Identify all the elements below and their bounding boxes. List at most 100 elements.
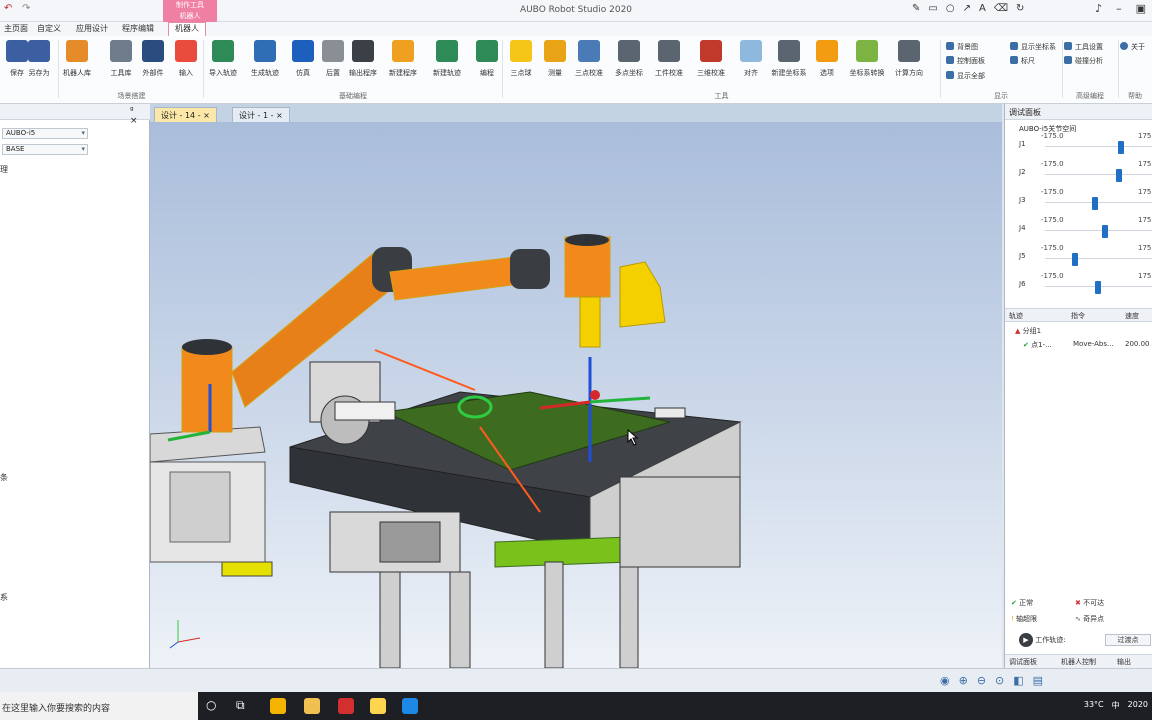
joint-thumb[interactable]: [1102, 225, 1108, 238]
doc-tab-design-14[interactable]: 设计 - 14 - ×: [154, 107, 217, 122]
robot-studio-taskbar-icon[interactable]: [370, 698, 386, 714]
text-tool-icon[interactable]: A: [979, 3, 986, 14]
point-name: 点1-...: [1031, 341, 1052, 349]
group-icon: ▲: [1015, 327, 1021, 335]
tree-label: 理: [0, 165, 8, 174]
display-option-icon: [1010, 56, 1018, 64]
cortana-icon[interactable]: ○: [206, 698, 222, 714]
output-program-button[interactable]: 输出程序: [343, 40, 383, 78]
robot-library-button[interactable]: 机器人库: [57, 40, 97, 78]
robot-select[interactable]: AUBO-i5: [2, 128, 88, 139]
zoom-in-icon[interactable]: ⊕: [959, 674, 968, 687]
import-trajectory-button[interactable]: 导入轨迹: [203, 40, 243, 78]
check-icon: ✔: [1023, 341, 1029, 349]
tab-app-design[interactable]: 应用设计: [76, 23, 108, 34]
measure-icon: [544, 40, 566, 62]
joint-min: -175.0: [1041, 160, 1064, 168]
eraser-icon[interactable]: ⌫: [994, 3, 1008, 14]
camera-icon[interactable]: ▤: [1033, 674, 1043, 687]
save-as-button[interactable]: 另存为: [19, 40, 59, 78]
tab-robot-control[interactable]: 机器人控制: [1061, 657, 1096, 667]
ribbon-button-label: 多点坐标: [615, 69, 643, 77]
ribbon-separator: [58, 40, 59, 98]
compute-direction-button[interactable]: 计算方向: [889, 40, 929, 78]
play-icon[interactable]: ▶: [1019, 633, 1033, 647]
3d-viewport[interactable]: [150, 122, 1002, 668]
joint-slider-row: J1 -175.0 175.0: [1005, 132, 1152, 158]
frame-select[interactable]: BASE: [2, 144, 88, 155]
tab-custom[interactable]: 自定义: [37, 23, 61, 34]
joint-thumb[interactable]: [1092, 197, 1098, 210]
tab-home[interactable]: 主页面: [4, 23, 28, 34]
ribbon-button-label: 新建轨迹: [433, 69, 461, 77]
display-option[interactable]: 标尺: [1010, 56, 1035, 66]
rotate-icon[interactable]: ↻: [1016, 3, 1024, 14]
generate-trajectory-button[interactable]: 生成轨迹: [245, 40, 285, 78]
new-program-button[interactable]: 新建程序: [383, 40, 423, 78]
joint-track[interactable]: [1045, 202, 1152, 203]
pen-icon[interactable]: ✎: [912, 3, 920, 14]
advanced-option[interactable]: 工具设置: [1064, 42, 1103, 52]
frame-transform-button[interactable]: 坐标系转换: [847, 40, 887, 78]
workpiece-calibrate-button[interactable]: 工件校准: [649, 40, 689, 78]
ribbon: 保存 另存为 机器人库 工具库 外部件 输入 导入轨迹 生成轨迹 仿真 后置 输出程序 新建程序 新建轨…: [0, 36, 1152, 104]
3d-calibrate-button[interactable]: 三维校准: [691, 40, 731, 78]
three-point-calibrate-button[interactable]: 三点校准: [569, 40, 609, 78]
new-trajectory-button[interactable]: 新建轨迹: [427, 40, 467, 78]
joint-thumb[interactable]: [1116, 169, 1122, 182]
options-button[interactable]: 选项: [807, 40, 847, 78]
media-app-icon[interactable]: [338, 698, 354, 714]
circle-icon[interactable]: ○: [946, 3, 955, 14]
joint-track[interactable]: [1045, 258, 1152, 259]
maximize-button[interactable]: ▣: [1136, 2, 1146, 15]
view-cube-icon[interactable]: ◧: [1013, 674, 1023, 687]
table-row[interactable]: ✔ 点1-... Move-Abs... 200.00: [1023, 340, 1150, 350]
transition-point-button[interactable]: 过渡点: [1105, 634, 1151, 646]
task-view-icon[interactable]: ⧉: [236, 698, 252, 714]
new-frame-button[interactable]: 新建坐标系: [769, 40, 809, 78]
simulate-icon: [292, 40, 314, 62]
joint-track[interactable]: [1045, 230, 1152, 231]
taskbar-search[interactable]: 在这里输入你要搜索的内容: [0, 692, 198, 720]
joint-min: -175.0: [1041, 272, 1064, 280]
display-option[interactable]: 显示全部: [946, 71, 985, 81]
tab-debug-panel[interactable]: 调试面板: [1009, 657, 1037, 667]
zoom-fit-icon[interactable]: ⊙: [995, 674, 1004, 687]
about-button[interactable]: 关于: [1120, 42, 1145, 52]
tab-program-edit[interactable]: 程序编辑: [122, 23, 154, 34]
display-option-icon: [946, 42, 954, 50]
align-button[interactable]: 对齐: [731, 40, 771, 78]
eye-icon[interactable]: ◉: [940, 674, 950, 687]
pin-icon[interactable]: ᵍ ×: [130, 106, 138, 126]
speaker-icon[interactable]: ♪: [1095, 2, 1102, 15]
display-option[interactable]: 显示坐标系: [1010, 42, 1056, 52]
tab-robot[interactable]: 机器人: [168, 22, 206, 36]
joint-name: J3: [1019, 196, 1026, 204]
advanced-option[interactable]: 碰撞分析: [1064, 56, 1103, 66]
doc-tab-design-1[interactable]: 设计 - 1 - ×: [232, 107, 290, 122]
multi-point-button[interactable]: 多点坐标: [609, 40, 649, 78]
ime-indicator[interactable]: 中: [1112, 700, 1120, 711]
import-button[interactable]: 输入: [166, 40, 206, 78]
tab-output[interactable]: 输出: [1117, 657, 1131, 667]
display-option[interactable]: 控制面板: [946, 56, 985, 66]
zoom-out-icon[interactable]: ⊖: [977, 674, 986, 687]
legend-item: ∿ 奇异点: [1075, 614, 1104, 624]
joint-thumb[interactable]: [1118, 141, 1124, 154]
joint-track[interactable]: [1045, 146, 1152, 147]
about-label: 关于: [1131, 43, 1145, 51]
joint-thumb[interactable]: [1095, 281, 1101, 294]
arrow-icon[interactable]: ↗: [963, 3, 971, 14]
joint-thumb[interactable]: [1072, 253, 1078, 266]
joint-track[interactable]: [1045, 174, 1152, 175]
file-explorer-icon[interactable]: [304, 698, 320, 714]
chrome-icon[interactable]: [270, 698, 286, 714]
three-point-sphere-icon: [510, 40, 532, 62]
display-option[interactable]: 背景图: [946, 42, 978, 52]
minimize-button[interactable]: –: [1116, 2, 1122, 15]
rectangle-icon[interactable]: ▭: [928, 3, 937, 14]
display-option-label: 背景图: [957, 43, 978, 51]
tree-group-row[interactable]: ▲ 分组1: [1015, 326, 1041, 336]
blue-app-icon[interactable]: [402, 698, 418, 714]
clock: 2020: [1127, 700, 1148, 709]
